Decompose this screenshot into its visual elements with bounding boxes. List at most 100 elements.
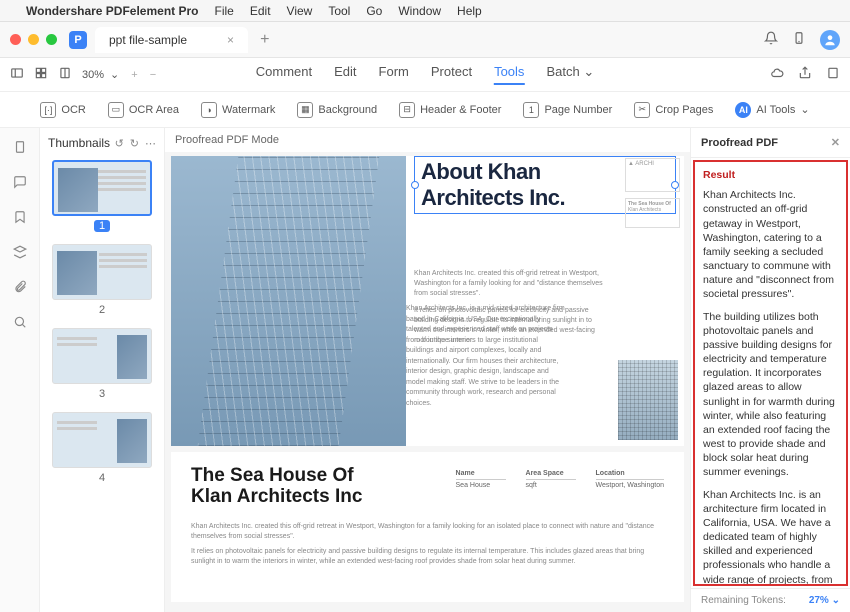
body-text: Khan Architects Inc. created this off-gr… — [414, 269, 676, 346]
menu-file[interactable]: File — [215, 4, 234, 18]
menu-go[interactable]: Go — [366, 4, 382, 18]
background-button[interactable]: ▦Background — [297, 102, 377, 118]
page-icon[interactable] — [13, 140, 27, 157]
ocr-icon: [·] — [40, 102, 56, 118]
view-toolbar: 30% ⌄ + − Comment Edit Form Protect Tool… — [0, 58, 850, 92]
mac-menubar: Wondershare PDFelement Pro File Edit Vie… — [0, 0, 850, 22]
subtitle-box: The Sea House OfKlan Architects — [625, 198, 680, 228]
layers-icon[interactable] — [13, 245, 27, 262]
close-window-button[interactable] — [10, 34, 21, 45]
save-icon[interactable] — [826, 66, 840, 83]
menu-help[interactable]: Help — [457, 4, 482, 18]
app-logo-icon: P — [69, 31, 87, 49]
window-titlebar: P ppt file-sample × + — [0, 22, 850, 58]
thumb-label-1: 1 — [48, 220, 156, 232]
menu-window[interactable]: Window — [398, 4, 441, 18]
thumbnail-page-1[interactable] — [52, 160, 152, 216]
document-canvas[interactable]: Proofread PDF Mode About KhanArchitects … — [165, 128, 690, 612]
building-image — [171, 156, 406, 446]
tab-protect[interactable]: Protect — [431, 64, 472, 85]
share-icon[interactable] — [798, 66, 812, 83]
close-tab-button[interactable]: × — [227, 33, 234, 47]
user-avatar[interactable] — [820, 30, 840, 50]
window-controls — [10, 34, 57, 45]
page2-body-text: Khan Architects Inc. created this off-gr… — [191, 522, 664, 567]
app-name[interactable]: Wondershare PDFelement Pro — [26, 4, 199, 18]
remaining-tokens-label: Remaining Tokens: — [701, 595, 786, 606]
ai-icon: AI — [735, 102, 751, 118]
proofread-result: Result Khan Architects Inc. constructed … — [693, 160, 848, 586]
comment-icon[interactable] — [13, 175, 27, 192]
thumbnails-title: Thumbnails — [48, 136, 110, 150]
attachment-icon[interactable] — [13, 280, 27, 297]
thumbnail-page-3[interactable] — [52, 328, 152, 384]
secondary-building-image — [618, 360, 678, 440]
thumbnail-page-2[interactable] — [52, 244, 152, 300]
new-tab-button[interactable]: + — [260, 31, 269, 49]
result-para-2: The building utilizes both photovoltaic … — [703, 310, 838, 480]
pdf-page-1: About KhanArchitects Inc. ▲ ARCHI The Se… — [171, 156, 684, 446]
page-number-button[interactable]: 1Page Number — [523, 102, 612, 118]
menu-view[interactable]: View — [287, 4, 313, 18]
watermark-icon: ◑ — [201, 102, 217, 118]
reader-view-icon[interactable] — [58, 66, 72, 83]
main-tabs: Comment Edit Form Protect Tools Batch ⌄ — [256, 64, 594, 85]
left-rail — [0, 128, 40, 612]
workspace: Thumbnails ↺ ↻ ⋯ 1 2 3 4 Proofread PDF M… — [0, 128, 850, 612]
bookmark-icon[interactable] — [13, 210, 27, 227]
minimize-window-button[interactable] — [28, 34, 39, 45]
thumbnails-panel: Thumbnails ↺ ↻ ⋯ 1 2 3 4 — [40, 128, 165, 612]
ocr-button[interactable]: [·]OCR — [40, 102, 85, 118]
more-icon[interactable]: ⋯ — [145, 137, 156, 150]
header-footer-button[interactable]: ⊟Header & Footer — [399, 102, 501, 118]
rotate-left-icon[interactable]: ↺ — [115, 137, 124, 150]
tab-edit[interactable]: Edit — [334, 64, 356, 85]
tab-batch[interactable]: Batch ⌄ — [546, 64, 594, 85]
sidebar-toggle-icon[interactable] — [10, 66, 24, 83]
crop-icon: ✂ — [634, 102, 650, 118]
meta-table: NameSea House Area Spacesqft LocationWes… — [456, 470, 664, 489]
bell-icon[interactable] — [764, 31, 778, 48]
background-icon: ▦ — [297, 102, 313, 118]
cloud-icon[interactable] — [770, 66, 784, 83]
zoom-in-button[interactable]: + — [131, 69, 137, 81]
result-para-1: Khan Architects Inc. constructed an off-… — [703, 188, 838, 301]
fullscreen-window-button[interactable] — [46, 34, 57, 45]
chevron-down-icon: ⌄ — [800, 103, 809, 116]
document-tab[interactable]: ppt file-sample × — [95, 27, 248, 53]
crop-pages-button[interactable]: ✂Crop Pages — [634, 102, 713, 118]
menu-tool[interactable]: Tool — [328, 4, 350, 18]
ai-tools-button[interactable]: AIAI Tools ⌄ — [735, 102, 809, 118]
zoom-value[interactable]: 30% — [82, 69, 104, 81]
menu-edit[interactable]: Edit — [250, 4, 271, 18]
proofread-panel: Proofread PDF ✕ Result Khan Architects I… — [690, 128, 850, 612]
watermark-button[interactable]: ◑Watermark — [201, 102, 275, 118]
grid-view-icon[interactable] — [34, 66, 48, 83]
zoom-control: 30% ⌄ + − — [82, 68, 156, 81]
header-footer-icon: ⊟ — [399, 102, 415, 118]
search-icon[interactable] — [13, 315, 27, 332]
tab-tools[interactable]: Tools — [494, 64, 524, 85]
ocr-area-icon: ▭ — [108, 102, 124, 118]
logo-box: ▲ ARCHI — [625, 158, 680, 192]
ocr-area-button[interactable]: ▭OCR Area — [108, 102, 179, 118]
token-footer: Remaining Tokens: 27% ⌄ — [691, 588, 850, 612]
thumbnail-page-4[interactable] — [52, 412, 152, 468]
page-number-icon: 1 — [523, 102, 539, 118]
thumb-label-2: 2 — [48, 304, 156, 316]
chevron-down-icon[interactable]: ⌄ — [110, 68, 119, 81]
rotate-right-icon[interactable]: ↻ — [130, 137, 139, 150]
tab-comment[interactable]: Comment — [256, 64, 312, 85]
device-icon[interactable] — [792, 31, 806, 48]
pdf-page-2: NameSea House Area Spacesqft LocationWes… — [171, 452, 684, 602]
mode-label: Proofread PDF Mode — [165, 128, 690, 152]
chevron-down-icon: ⌄ — [583, 64, 594, 79]
tab-form[interactable]: Form — [379, 64, 409, 85]
zoom-out-button[interactable]: − — [150, 69, 156, 81]
remaining-tokens-value: 27% ⌄ — [809, 595, 840, 606]
tab-title: ppt file-sample — [109, 33, 187, 47]
close-panel-button[interactable]: ✕ — [831, 136, 840, 149]
result-label: Result — [703, 168, 838, 182]
thumb-label-3: 3 — [48, 388, 156, 400]
tools-toolbar: [·]OCR ▭OCR Area ◑Watermark ▦Background … — [0, 92, 850, 128]
